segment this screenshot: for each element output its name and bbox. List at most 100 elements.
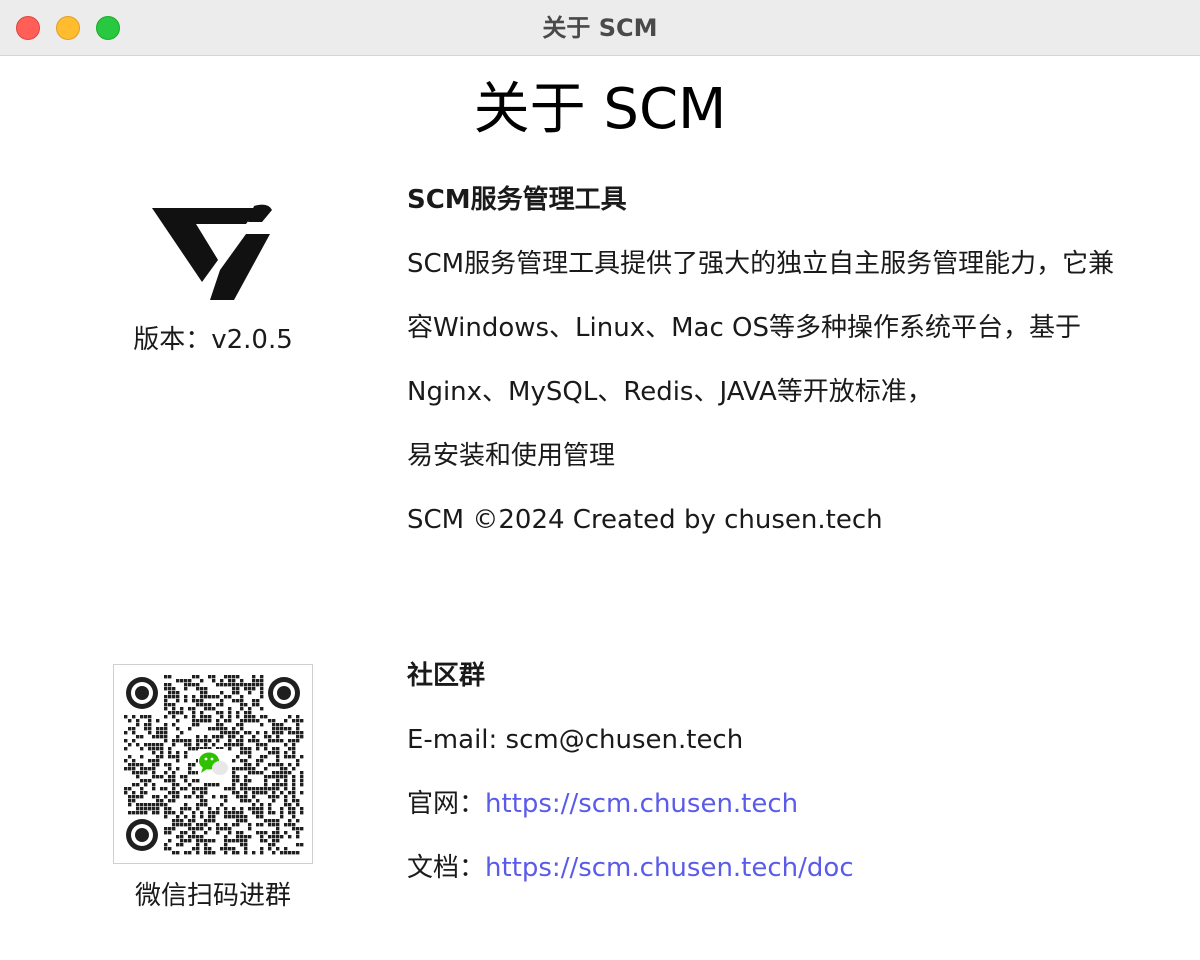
- website-link[interactable]: https://scm.chusen.tech: [485, 789, 798, 819]
- qr-module: [216, 823, 220, 827]
- qr-module: [296, 723, 300, 727]
- qr-module: [172, 791, 176, 795]
- qr-module: [264, 731, 268, 735]
- qr-module: [236, 731, 240, 735]
- qr-module: [168, 687, 172, 691]
- qr-module: [232, 807, 236, 811]
- qr-finder-top-right: [268, 677, 300, 709]
- qr-module: [248, 835, 252, 839]
- qr-module: [212, 695, 216, 699]
- qr-module: [260, 787, 264, 791]
- qr-module: [264, 767, 268, 771]
- qr-module: [256, 831, 260, 835]
- qr-module: [152, 743, 156, 747]
- qr-module: [300, 811, 304, 815]
- qr-module: [144, 771, 148, 775]
- qr-module: [236, 675, 240, 679]
- qr-module: [272, 751, 276, 755]
- qr-module: [192, 711, 196, 715]
- qr-module: [260, 715, 264, 719]
- qr-module: [292, 747, 296, 751]
- qr-module: [236, 823, 240, 827]
- title-bar[interactable]: 关于 SCM: [0, 0, 1200, 56]
- qr-module: [236, 815, 240, 819]
- qr-module: [232, 759, 236, 763]
- qr-module: [288, 807, 292, 811]
- qr-module: [260, 851, 264, 855]
- qr-module: [240, 799, 244, 803]
- qr-module: [284, 823, 288, 827]
- qr-module: [220, 803, 224, 807]
- qr-module: [228, 707, 232, 711]
- qr-module: [160, 727, 164, 731]
- qr-module: [256, 683, 260, 687]
- qr-module: [212, 675, 216, 679]
- qr-module: [280, 811, 284, 815]
- qr-module: [272, 835, 276, 839]
- qr-module: [144, 807, 148, 811]
- qr-module: [260, 759, 264, 763]
- qr-module: [276, 827, 280, 831]
- qr-module: [188, 683, 192, 687]
- qr-module: [196, 843, 200, 847]
- qr-module: [164, 707, 168, 711]
- qr-module: [248, 731, 252, 735]
- qr-module: [224, 727, 228, 731]
- qr-module: [140, 755, 144, 759]
- qr-module: [204, 819, 208, 823]
- qr-module: [240, 727, 244, 731]
- qr-module: [228, 739, 232, 743]
- qr-module: [172, 851, 176, 855]
- qr-module: [196, 719, 200, 723]
- qr-module: [140, 763, 144, 767]
- qr-module: [280, 775, 284, 779]
- qr-module: [136, 743, 140, 747]
- qr-module: [128, 787, 132, 791]
- qr-module: [252, 811, 256, 815]
- qr-module: [240, 703, 244, 707]
- qr-module: [232, 675, 236, 679]
- qr-module: [180, 787, 184, 791]
- qr-module: [168, 779, 172, 783]
- website-label: 官网：: [407, 789, 486, 819]
- qr-module: [196, 739, 200, 743]
- qr-module: [256, 743, 260, 747]
- qr-module: [156, 807, 160, 811]
- qr-module: [276, 783, 280, 787]
- qr-module: [264, 743, 268, 747]
- qr-module: [192, 831, 196, 835]
- qr-module: [296, 759, 300, 763]
- qr-module: [296, 843, 300, 847]
- qr-module: [240, 787, 244, 791]
- qr-module: [224, 695, 228, 699]
- qr-module: [168, 695, 172, 699]
- qr-module: [240, 819, 244, 823]
- qr-module: [256, 699, 260, 703]
- qr-module: [164, 731, 168, 735]
- qr-module: [140, 735, 144, 739]
- qr-module: [220, 795, 224, 799]
- docs-link[interactable]: https://scm.chusen.tech/doc: [485, 853, 854, 883]
- qr-module: [224, 843, 228, 847]
- qr-module: [280, 763, 284, 767]
- qr-module: [192, 747, 196, 751]
- qr-module: [272, 719, 276, 723]
- qr-module: [248, 707, 252, 711]
- qr-module: [180, 831, 184, 835]
- qr-module: [276, 779, 280, 783]
- qr-module: [292, 791, 296, 795]
- qr-module: [248, 747, 252, 751]
- qr-module: [176, 823, 180, 827]
- qr-module: [236, 835, 240, 839]
- qr-module: [256, 679, 260, 683]
- qr-module: [184, 743, 188, 747]
- qr-module: [132, 727, 136, 731]
- qr-module: [128, 743, 132, 747]
- qr-module: [276, 775, 280, 779]
- qr-module: [232, 727, 236, 731]
- qr-module: [280, 767, 284, 771]
- qr-module: [268, 823, 272, 827]
- qr-module: [136, 795, 140, 799]
- qr-module: [296, 819, 300, 823]
- qr-module: [268, 775, 272, 779]
